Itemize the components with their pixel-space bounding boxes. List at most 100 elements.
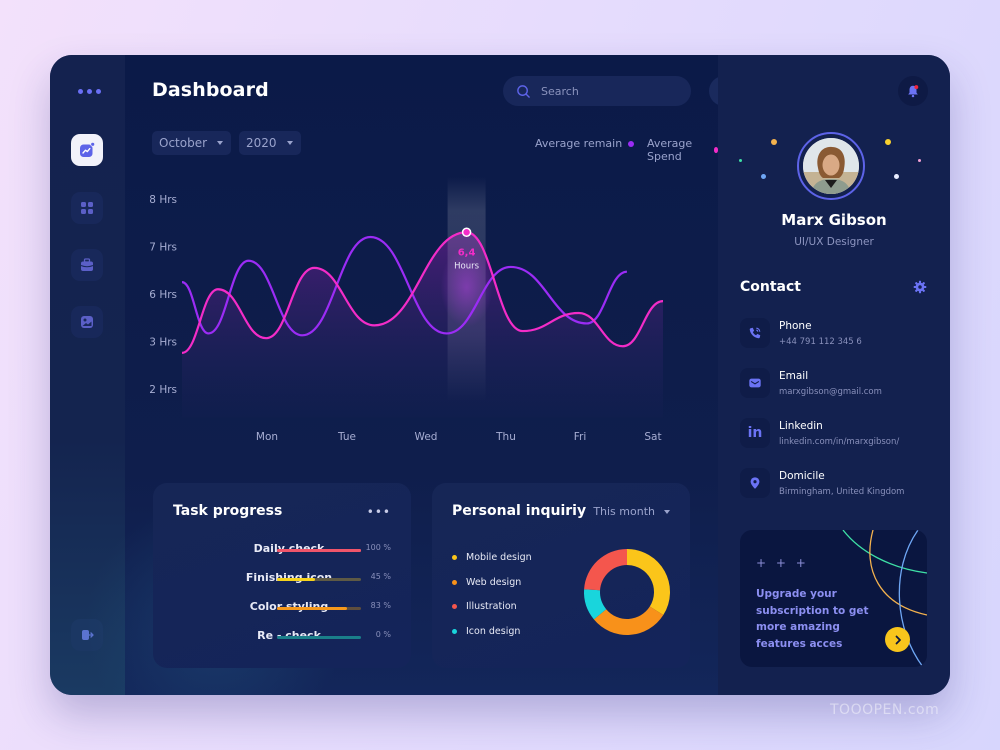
progress-bar [277, 636, 361, 639]
progress-bar [277, 578, 361, 581]
sparkle-icons: + + + [756, 556, 809, 570]
profile-name: Marx Gibson [781, 211, 887, 229]
y-tick-label: 3 Hrs [149, 337, 177, 349]
contact-value: marxgibson@gmail.com [779, 387, 882, 397]
task-progress-card: Task progress ••• Daily check 100 % Fini… [153, 483, 411, 668]
contact-value: linkedin.com/in/marxgibson/ [779, 437, 900, 447]
legend-item: Web design [452, 577, 521, 588]
x-tick-label: Thu [495, 431, 516, 443]
main-content: Dashboard October 2020 Search Average re… [85, 55, 739, 695]
chevron-down-icon [664, 509, 670, 514]
contact-item-linkedin[interactable]: in Linkedin linkedin.com/in/marxgibson/ [740, 418, 940, 452]
contact-item-domicile[interactable]: Domicile Birmingham, United Kingdom [740, 468, 940, 502]
y-tick-label: 7 Hrs [149, 242, 177, 254]
confetti-dot [918, 159, 921, 162]
contact-value: Birmingham, United Kingdom [779, 487, 905, 497]
personal-inquiry-card: Personal inquiriy This month Mobile desi… [432, 483, 690, 668]
sidebar-item-apps[interactable] [71, 192, 103, 224]
progress-fill [277, 578, 315, 581]
area-average-spend [182, 232, 663, 418]
sidebar-item-briefcase[interactable] [71, 249, 103, 281]
task-row: Daily check 100 % [173, 542, 395, 558]
image-icon [81, 316, 93, 328]
legend-swatch [452, 555, 457, 560]
watermark: TOOOPEN.com [830, 702, 940, 718]
profile-role: UI/UX Designer [794, 236, 874, 248]
legend-swatch [452, 604, 457, 609]
highlight-value: 6,4 [458, 247, 476, 258]
legend-label: Web design [466, 576, 522, 588]
progress-bar [277, 607, 361, 610]
task-row: Color styling 83 % [173, 600, 395, 616]
contact-label: Email [779, 370, 809, 382]
contact-value: +44 791 112 345 6 [779, 337, 862, 347]
donut-slice-illustration[interactable] [584, 549, 627, 591]
y-tick-label: 2 Hrs [149, 384, 177, 396]
x-tick-label: Mon [256, 431, 278, 443]
linkedin-icon: in [747, 425, 763, 441]
task-percent: 0 % [375, 630, 391, 639]
legend-item: Mobile design [452, 552, 532, 563]
avatar[interactable] [803, 138, 859, 194]
confetti-dot [885, 139, 891, 145]
task-percent: 83 % [370, 601, 391, 610]
confetti-dot [771, 139, 777, 145]
task-percent: 45 % [370, 572, 391, 581]
progress-fill [277, 607, 347, 610]
highlight-point[interactable] [461, 227, 472, 237]
x-tick-label: Tue [337, 431, 356, 443]
legend-swatch [452, 628, 457, 634]
location-icon-box [740, 468, 770, 498]
x-tick-label: Fri [574, 431, 587, 443]
confetti-dot [739, 159, 742, 162]
highlight-unit: Hours [454, 261, 479, 271]
x-tick-label: Sat [644, 431, 661, 443]
person-photo [803, 138, 859, 194]
confetti-dot [761, 174, 766, 179]
personal-inquiry-title: Personal inquiriy [452, 503, 587, 519]
legend-label: Icon design [466, 625, 521, 637]
mail-icon [749, 378, 761, 388]
more-options-icon[interactable]: ••• [367, 505, 391, 519]
contact-label: Phone [779, 320, 812, 332]
y-tick-label: 8 Hrs [149, 194, 177, 206]
legend-label: Illustration [466, 601, 517, 612]
contact-label: Linkedin [779, 420, 823, 432]
x-tick-label: Wed [415, 431, 438, 443]
donut-chart [584, 549, 670, 635]
contact-item-phone[interactable]: Phone +44 791 112 345 6 [740, 318, 940, 352]
donut-slice-mobile-design[interactable] [627, 549, 670, 616]
period-select[interactable]: This month [593, 505, 670, 518]
legend-label: Mobile design [466, 552, 532, 563]
more-menu-icon[interactable] [78, 89, 101, 94]
period-select-value: This month [593, 505, 655, 518]
chart-icon [80, 142, 95, 157]
linkedin-icon-box: in [740, 418, 770, 448]
confetti-dot [894, 174, 899, 179]
avatar-ring [797, 132, 865, 200]
contact-item-email[interactable]: Email marxgibson@gmail.com [740, 368, 940, 402]
gear-icon[interactable] [913, 280, 927, 294]
dashboard-window: Dashboard October 2020 Search Average re… [50, 55, 950, 695]
upgrade-promo-card: + + + Upgrade your subscription to get m… [740, 530, 927, 667]
location-pin-icon [750, 477, 760, 489]
line-chart: 8 Hrs 7 Hrs 6 Hrs 3 Hrs 2 Hrs Mon Tue Wed Thu Fr… [149, 177, 664, 443]
sidebar-item-analytics[interactable] [71, 134, 103, 166]
task-progress-title: Task progress [173, 503, 283, 519]
sidebar-item-gallery[interactable] [71, 306, 103, 338]
task-row: Re - check 0 % [173, 629, 395, 645]
grid-icon [81, 202, 93, 214]
chevron-right-icon [895, 635, 901, 644]
progress-bar [277, 549, 361, 552]
task-row: Finishing icon 45 % [173, 571, 395, 587]
notifications-button[interactable] [898, 76, 928, 106]
task-percent: 100 % [365, 543, 391, 552]
promo-text: Upgrade your subscription to get more am… [756, 588, 869, 650]
progress-fill [277, 549, 361, 552]
contact-label: Domicile [779, 470, 825, 482]
contact-title: Contact [740, 279, 801, 295]
upgrade-button[interactable] [885, 627, 910, 652]
legend-item: Icon design [452, 626, 520, 637]
phone-icon-box [740, 318, 770, 348]
briefcase-icon [80, 258, 94, 271]
